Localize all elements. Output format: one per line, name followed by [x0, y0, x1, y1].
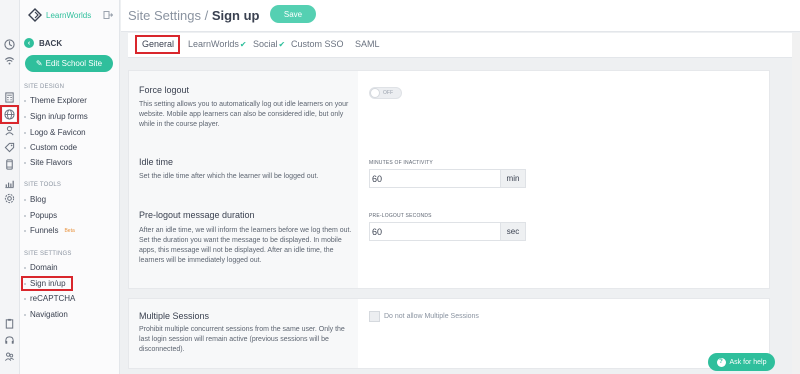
collapse-sidebar-icon[interactable] — [103, 10, 113, 20]
tab-general[interactable]: General — [142, 39, 174, 49]
minutes-of-inactivity-label: MINUTES OF INACTIVITY — [369, 160, 433, 166]
page-title: Site Settings / Sign up — [128, 8, 260, 23]
settings-icon[interactable] — [3, 192, 16, 205]
tag-icon[interactable] — [3, 141, 16, 154]
toggle-knob — [370, 88, 380, 98]
tab-bar: General LearnWorlds✔ Social✔ Custom SSO … — [128, 33, 800, 58]
idle-time-field: min — [369, 169, 526, 188]
idle-time-title: Idle time — [139, 157, 174, 167]
globe-icon[interactable] — [0, 105, 19, 124]
dashboard-icon[interactable] — [3, 38, 16, 51]
edit-school-site-label: Edit School Site — [45, 59, 103, 68]
sidebar-item-recaptcha[interactable]: reCAPTCHA — [24, 294, 75, 303]
sidebar-item-domain[interactable]: Domain — [24, 263, 58, 272]
site-settings-heading: SITE SETTINGS — [24, 251, 72, 257]
chart-icon[interactable] — [3, 177, 16, 190]
multiple-sessions-checkbox-label: Do not allow Multiple Sessions — [384, 313, 479, 320]
multiple-sessions-option[interactable]: Do not allow Multiple Sessions — [369, 311, 479, 322]
mobile-icon[interactable] — [3, 158, 16, 171]
sidebar-item-custom-code[interactable]: Custom code — [24, 143, 77, 152]
help-icon: ? — [716, 357, 726, 367]
pre-logout-seconds-label: PRE-LOGOUT SECONDS — [369, 213, 432, 219]
pre-logout-input[interactable] — [369, 222, 500, 241]
header: Site Settings / Sign up Save — [121, 0, 800, 32]
multiple-sessions-checkbox[interactable] — [369, 311, 380, 322]
back-button[interactable]: ‹ BACK — [24, 38, 62, 48]
tab-social[interactable]: Social✔ — [253, 39, 285, 49]
idle-time-unit: min — [500, 169, 526, 188]
toggle-state: OFF — [383, 90, 393, 96]
check-icon: ✔ — [278, 40, 286, 49]
logo[interactable]: LearnWorlds — [28, 8, 91, 22]
icon-rail — [0, 0, 20, 374]
sidebar-item-popups[interactable]: Popups — [24, 211, 57, 220]
multiple-sessions-card: Multiple Sessions Prohibit multiple conc… — [128, 298, 770, 369]
pencil-icon: ✎ — [35, 59, 43, 68]
tab-learnworlds[interactable]: LearnWorlds✔ — [188, 39, 247, 49]
sidebar-item-theme-explorer[interactable]: Theme Explorer — [24, 96, 87, 105]
site-tools-heading: SITE TOOLS — [24, 182, 62, 188]
multiple-sessions-title: Multiple Sessions — [139, 311, 210, 321]
idle-time-description: Set the idle time after which the learne… — [139, 173, 319, 180]
user-icon[interactable] — [3, 124, 16, 137]
force-logout-title: Force logout — [139, 85, 190, 95]
sidebar-item-blog[interactable]: Blog — [24, 195, 46, 204]
sidebar: LearnWorlds ‹ BACK ✎ Edit School Site SI… — [20, 0, 120, 374]
back-arrow-icon: ‹ — [24, 38, 34, 48]
pre-logout-description: After an idle time, we will inform the l… — [139, 227, 352, 264]
ask-for-help-button[interactable]: ? Ask for help — [708, 353, 775, 371]
headset-icon[interactable] — [3, 334, 16, 347]
tab-custom-sso[interactable]: Custom SSO — [291, 39, 344, 49]
beta-badge: Beta — [64, 227, 75, 234]
sidebar-item-sign-in-up-forms[interactable]: Sign in/up forms — [24, 112, 88, 121]
logo-icon — [28, 8, 42, 22]
sidebar-item-sign-in-up[interactable]: Sign in/up — [21, 276, 73, 291]
sidebar-item-navigation[interactable]: Navigation — [24, 310, 68, 319]
clipboard-icon[interactable] — [3, 317, 16, 330]
sidebar-item-site-flavors[interactable]: Site Flavors — [24, 158, 72, 167]
force-logout-description: This setting allows you to automatically… — [139, 101, 349, 128]
check-icon: ✔ — [239, 40, 247, 49]
site-design-heading: SITE DESIGN — [24, 84, 65, 90]
back-label: BACK — [39, 38, 63, 48]
multiple-sessions-description: Prohibit multiple concurrent sessions fr… — [139, 326, 345, 353]
wifi-icon[interactable] — [3, 54, 16, 67]
logo-text: LearnWorlds — [46, 10, 92, 20]
calculator-icon[interactable] — [3, 91, 16, 104]
pre-logout-title: Pre-logout message duration — [139, 210, 255, 220]
save-button[interactable]: Save — [270, 5, 316, 23]
pre-logout-field: sec — [369, 222, 526, 241]
logout-settings-card: Force logout This setting allows you to … — [128, 70, 770, 289]
sidebar-item-logo-favicon[interactable]: Logo & Favicon — [24, 128, 86, 137]
tab-saml[interactable]: SAML — [355, 39, 380, 49]
idle-time-input[interactable] — [369, 169, 500, 188]
main-content: Force logout This setting allows you to … — [128, 59, 800, 374]
users-icon[interactable] — [3, 350, 16, 363]
scrollbar[interactable] — [792, 33, 800, 374]
sidebar-item-funnels[interactable]: Funnels Beta — [24, 226, 75, 235]
force-logout-toggle[interactable]: OFF — [369, 87, 402, 99]
pre-logout-unit: sec — [500, 222, 526, 241]
edit-school-site-button[interactable]: ✎ Edit School Site — [25, 55, 113, 72]
ask-for-help-label: Ask for help — [729, 358, 767, 366]
